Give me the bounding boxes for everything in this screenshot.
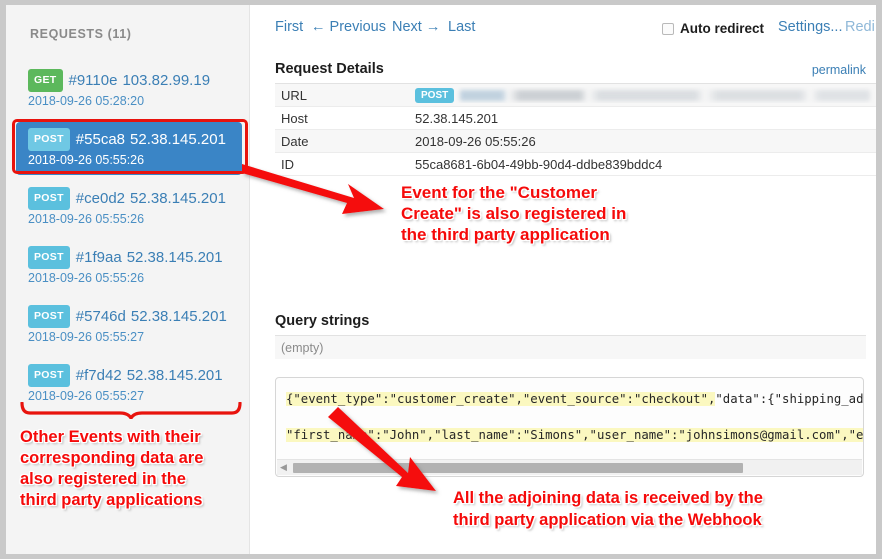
table-row: URL POST (275, 84, 876, 107)
request-list-item-3[interactable]: POST #1f9aa 52.38.145.201 2018-09-26 05:55… (16, 240, 242, 293)
method-badge-post: POST (28, 246, 70, 269)
request-list-item-4[interactable]: POST #5746d 52.38.145.201 2018-09-26 05:55… (16, 299, 242, 352)
settings-link[interactable]: Settings... (778, 19, 842, 35)
method-badge-post: POST (28, 305, 70, 328)
request-ip: 52.38.145.201 (130, 131, 226, 148)
method-badge-get: GET (28, 69, 63, 92)
method-badge-post: POST (28, 187, 70, 210)
request-item-summary: POST #5746d 52.38.145.201 (28, 305, 234, 328)
request-ip: 103.82.99.19 (122, 72, 211, 89)
request-id: #1f9aa (75, 249, 122, 266)
annotation-text-bottom-right: All the adjoining data is received by th… (453, 489, 763, 529)
row-key-date: Date (281, 133, 309, 149)
table-row: Host 52.38.145.201 (275, 107, 876, 130)
request-timestamp: 2018-09-26 05:55:26 (28, 271, 145, 285)
row-value-url: POST (415, 87, 876, 104)
request-list-item-0[interactable]: GET #9110e 103.82.99.19 2018-09-26 05:28:2… (16, 63, 242, 116)
request-item-summary: GET #9110e 103.82.99.19 (28, 69, 234, 92)
pagination-toolbar: First ← Previous Next → Last Auto redire… (251, 19, 876, 43)
request-item-summary: POST #ce0d2 52.38.145.201 (28, 187, 234, 210)
request-ip: 52.38.145.201 (130, 190, 226, 207)
requests-header: REQUESTS (11) (30, 27, 132, 41)
app-window: REQUESTS (11) GET #9110e 103.82.99.19 2018… (0, 0, 882, 559)
request-id: #55ca8 (75, 131, 126, 148)
request-item-summary: POST #55ca8 52.38.145.201 (28, 128, 234, 151)
method-badge-post: POST (28, 364, 70, 387)
request-detail-panel: First ← Previous Next → Last Auto redire… (251, 5, 876, 554)
request-id-ip: #9110e (68, 72, 118, 89)
table-row: Date 2018-09-26 05:55:26 (275, 130, 876, 153)
request-id: #5746d (75, 308, 126, 325)
permalink-link[interactable]: permalink (812, 63, 866, 77)
request-details-heading: Request Details (275, 61, 384, 77)
nav-previous[interactable]: ← Previous (311, 19, 386, 35)
query-strings-empty: (empty) (275, 335, 866, 359)
nav-last[interactable]: Last (448, 19, 475, 35)
row-value-host: 52.38.145.201 (415, 110, 499, 126)
scroll-left-arrow-icon[interactable]: ◀ (280, 462, 287, 473)
request-list-item-1[interactable]: POST #55ca8 52.38.145.201 2018-09-26 05:55… (16, 122, 242, 175)
request-timestamp: 2018-09-26 05:55:27 (28, 330, 145, 344)
request-ip: 52.38.145.201 (126, 249, 223, 266)
method-badge-post: POST (415, 88, 455, 104)
request-id: #ce0d2 (75, 190, 126, 207)
auto-redirect-label: Auto redirect (680, 21, 765, 36)
app-canvas: REQUESTS (11) GET #9110e 103.82.99.19 2018… (6, 5, 876, 554)
request-item-summary: POST #1f9aa 52.38.145.201 (28, 246, 234, 269)
request-ip: 52.38.145.201 (130, 308, 227, 325)
request-list-annotation-bracket (20, 402, 242, 419)
body-horizontal-scrollbar[interactable]: ◀ (277, 459, 862, 475)
row-key-id: ID (281, 156, 294, 172)
body-line-1-rest: "data":{"shipping_addres (715, 392, 864, 406)
nav-next[interactable]: Next → (392, 19, 440, 35)
redirect-link[interactable]: Redi (845, 19, 875, 35)
request-timestamp: 2018-09-26 05:55:26 (28, 153, 145, 167)
request-id: #f7d42 (75, 367, 122, 384)
annotation-text-top: Event for the "Customer Create" is also … (401, 183, 627, 244)
query-strings-heading: Query strings (275, 313, 370, 329)
request-details-table: URL POST Host 52.38.145.201 Date 2018-09… (275, 83, 876, 176)
body-line-1-highlight: {"event_type":"customer_create","event_s… (286, 392, 716, 406)
request-item-summary: POST #f7d42 52.38.145.201 (28, 364, 234, 387)
method-badge-post: POST (28, 128, 70, 151)
request-body-viewer[interactable]: {"event_type":"customer_create","event_s… (275, 377, 864, 477)
row-value-date: 2018-09-26 05:55:26 (415, 133, 536, 149)
auto-redirect-checkbox[interactable] (662, 23, 674, 35)
table-row: ID 55ca8681-6b04-49bb-90d4-ddbe839bddc4 (275, 153, 876, 176)
redacted-url (460, 90, 871, 102)
row-key-url: URL (281, 87, 308, 103)
request-timestamp: 2018-09-26 05:55:26 (28, 212, 145, 226)
nav-first[interactable]: First (275, 19, 303, 35)
request-ip: 52.38.145.201 (126, 367, 223, 384)
annotation-text-bottom-left: Other Events with their corresponding da… (20, 428, 204, 509)
request-timestamp: 2018-09-26 05:28:20 (28, 94, 145, 108)
body-line-2: "first_name":"John","last_name":"Simons"… (286, 428, 863, 442)
row-value-id: 55ca8681-6b04-49bb-90d4-ddbe839bddc4 (415, 156, 663, 172)
scrollbar-thumb[interactable] (293, 463, 743, 473)
request-list-item-2[interactable]: POST #ce0d2 52.38.145.201 2018-09-26 05:55… (16, 181, 242, 234)
body-line-1: {"event_type":"customer_create","event_s… (286, 392, 864, 406)
row-key-host: Host (281, 110, 308, 126)
